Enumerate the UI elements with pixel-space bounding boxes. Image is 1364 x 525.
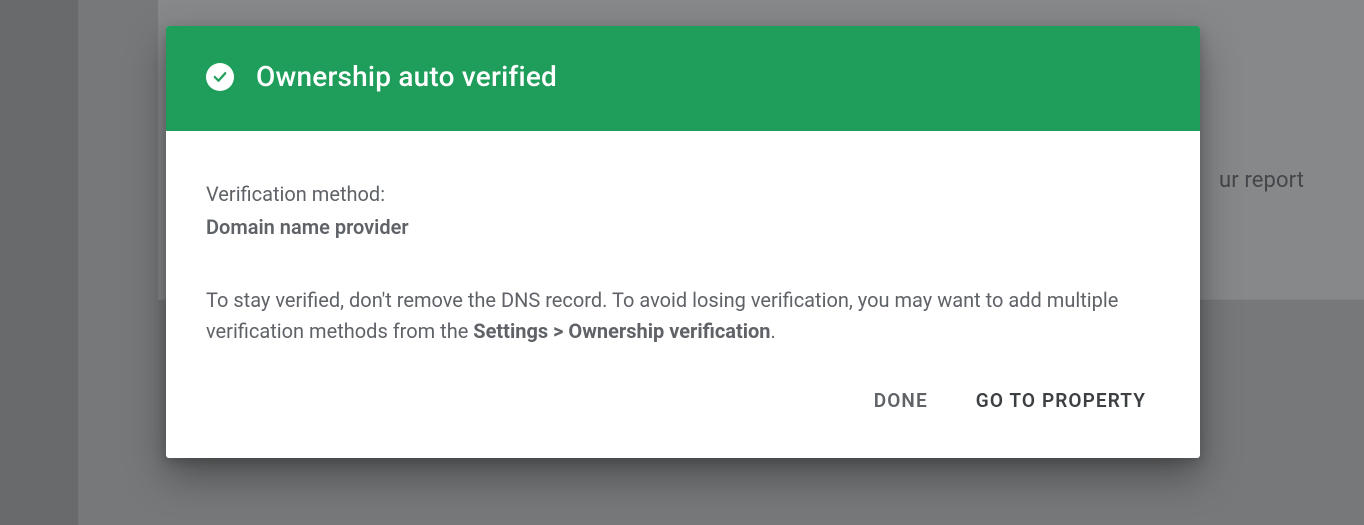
verification-method-label: Verification method:	[206, 179, 1160, 210]
dialog-title: Ownership auto verified	[256, 60, 557, 93]
dialog-header: Ownership auto verified	[166, 26, 1200, 131]
verification-method-value: Domain name provider	[206, 212, 1160, 243]
instruction-after: .	[771, 319, 776, 343]
check-circle-icon	[206, 63, 234, 91]
go-to-property-button[interactable]: GO TO PROPERTY	[972, 383, 1150, 418]
done-button[interactable]: DONE	[870, 383, 932, 418]
dialog-body: Verification method: Domain name provide…	[166, 131, 1200, 357]
verification-dialog: Ownership auto verified Verification met…	[166, 26, 1200, 458]
instruction-strong: Settings > Ownership verification	[473, 319, 770, 343]
dialog-instruction-text: To stay verified, don't remove the DNS r…	[206, 285, 1160, 347]
dialog-actions: DONE GO TO PROPERTY	[166, 357, 1200, 458]
